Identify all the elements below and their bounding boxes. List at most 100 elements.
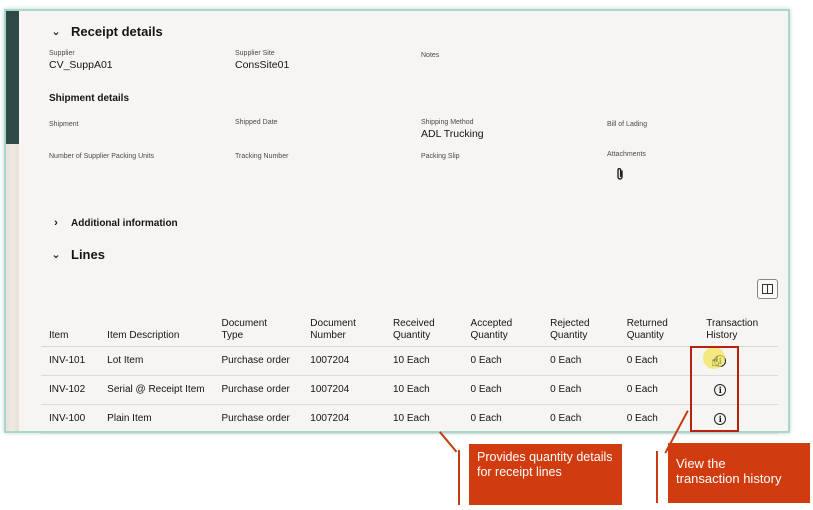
cell-accepted-quantity: 0 Each xyxy=(462,346,543,376)
cell-returned-quantity: 0 Each xyxy=(618,346,699,376)
column-header-transaction-history[interactable]: Transaction History xyxy=(698,310,778,347)
cell-received-quantity: 10 Each xyxy=(384,404,463,434)
column-header-document-type[interactable]: Document Type xyxy=(213,310,303,347)
column-header-text: Type xyxy=(221,329,244,341)
chevron-right-icon: › xyxy=(54,217,58,229)
shipment-label: Shipment xyxy=(49,121,79,128)
column-header-text: Transaction xyxy=(706,317,759,329)
column-header-document-number[interactable]: Document Number xyxy=(302,310,385,347)
shipped-date-field: Shipped Date xyxy=(235,119,277,126)
column-panel-button[interactable] xyxy=(757,279,778,299)
cell-returned-quantity: 0 Each xyxy=(618,375,699,405)
column-header-item-description[interactable]: Item Description xyxy=(99,310,214,347)
column-header-returned-quantity[interactable]: Returned Quantity xyxy=(618,310,699,347)
callout-connector-quantity xyxy=(439,431,458,453)
tracking-number-field: Tracking Number xyxy=(235,153,288,160)
cell-item-description: Serial @ Receipt Item xyxy=(99,375,214,405)
packing-units-field: Number of Supplier Packing Units xyxy=(49,153,154,160)
cell-rejected-quantity: 0 Each xyxy=(542,375,619,405)
chevron-down-icon: ⌄ xyxy=(51,249,61,261)
attachments-field: Attachments xyxy=(607,151,646,158)
cell-item: INV-102 xyxy=(41,375,100,405)
cell-document-type: Purchase order xyxy=(213,404,303,434)
tracking-number-label: Tracking Number xyxy=(235,153,289,160)
column-header-text: Rejected xyxy=(550,317,590,329)
additional-information-toggle[interactable]: › Additional information xyxy=(51,217,178,229)
supplier-label: Supplier xyxy=(49,50,75,57)
supplier-value: CV_SuppA01 xyxy=(49,59,113,71)
bill-of-lading-field: Bill of Lading xyxy=(607,121,647,128)
bill-of-lading-label: Bill of Lading xyxy=(607,121,648,128)
lines-table: Item Item Description Document Type Document… xyxy=(41,310,778,434)
column-header-text: Item Description xyxy=(107,329,180,341)
column-header-text: Quantity xyxy=(626,329,664,341)
column-header-text: Number xyxy=(310,329,346,341)
receipt-details-toggle[interactable]: ⌄ Receipt details xyxy=(51,24,163,39)
notes-field: Notes xyxy=(421,52,439,59)
cell-item: INV-100 xyxy=(41,404,100,434)
cell-item-description: Plain Item xyxy=(99,404,214,434)
column-header-item[interactable]: Item xyxy=(41,310,100,347)
column-header-text: Document xyxy=(310,317,356,329)
supplier-field: Supplier CV_SuppA01 xyxy=(49,50,113,71)
cell-item-description: Lot Item xyxy=(99,346,214,376)
column-header-text: Quantity xyxy=(392,329,431,341)
cell-document-number: 1007204 xyxy=(302,404,385,434)
cell-received-quantity: 10 Each xyxy=(384,375,463,405)
shipment-field: Shipment xyxy=(49,121,79,128)
table-header-row: Item Item Description Document Type Document… xyxy=(41,310,778,347)
column-header-rejected-quantity[interactable]: Rejected Quantity xyxy=(542,310,619,347)
table-row[interactable]: INV-101 Lot Item Purchase order 1007204 10 E… xyxy=(41,346,778,376)
left-sidebar-strip xyxy=(6,11,19,144)
column-header-received-quantity[interactable]: Received Quantity xyxy=(384,310,463,347)
history-callout: View the transaction history xyxy=(668,443,810,503)
shipping-method-label: Shipping Method xyxy=(421,119,474,126)
column-header-text: Document xyxy=(221,317,268,329)
cell-accepted-quantity: 0 Each xyxy=(462,375,543,405)
history-callout-line1: View the xyxy=(676,456,726,471)
column-header-text: Item xyxy=(49,329,69,341)
column-header-text: Quantity xyxy=(550,329,588,341)
cell-item: INV-101 xyxy=(41,346,100,376)
column-header-text: Quantity xyxy=(470,329,508,341)
shipped-date-label: Shipped Date xyxy=(235,119,278,126)
column-header-text: Accepted xyxy=(470,317,513,329)
lines-toggle[interactable]: ⌄ Lines xyxy=(51,247,105,262)
columns-icon xyxy=(762,284,773,294)
supplier-site-field: Supplier Site ConsSite01 xyxy=(235,50,289,71)
hand-cursor-icon: ☝ xyxy=(711,353,720,369)
cell-rejected-quantity: 0 Each xyxy=(542,346,619,376)
column-header-text: History xyxy=(706,329,738,341)
cell-document-number: 1007204 xyxy=(302,375,385,405)
column-header-text: Returned xyxy=(626,317,668,329)
supplier-site-value: ConsSite01 xyxy=(235,59,290,71)
cell-returned-quantity: 0 Each xyxy=(618,404,699,434)
notes-label: Notes xyxy=(421,52,440,59)
quantity-callout: Provides quantity details for receipt li… xyxy=(469,444,622,505)
left-background-texture xyxy=(6,144,19,431)
receipt-details-title: Receipt details xyxy=(71,24,163,39)
cell-accepted-quantity: 0 Each xyxy=(462,404,543,434)
history-callout-line2: transaction history xyxy=(676,471,782,486)
additional-information-title: Additional information xyxy=(71,217,178,229)
paperclip-icon[interactable] xyxy=(615,167,625,184)
table-row[interactable]: INV-100 Plain Item Purchase order 1007204 10… xyxy=(41,404,778,434)
column-header-accepted-quantity[interactable]: Accepted Quantity xyxy=(462,310,543,347)
cell-received-quantity: 10 Each xyxy=(384,346,463,376)
callout-leader-quantity xyxy=(458,450,460,505)
packing-slip-field: Packing Slip xyxy=(421,153,460,160)
table-row[interactable]: INV-102 Serial @ Receipt Item Purchase ord… xyxy=(41,375,778,405)
callout-leader-history xyxy=(656,451,658,503)
attachments-label: Attachments xyxy=(607,151,646,158)
shipment-details-heading: Shipment details xyxy=(49,93,130,104)
cell-document-number: 1007204 xyxy=(302,346,385,376)
cell-document-type: Purchase order xyxy=(213,346,303,376)
shipping-method-value: ADL Trucking xyxy=(421,128,484,140)
lines-title: Lines xyxy=(71,247,105,262)
shipping-method-field: Shipping Method ADL Trucking xyxy=(421,119,484,140)
packing-slip-label: Packing Slip xyxy=(421,153,460,160)
cell-document-type: Purchase order xyxy=(213,375,303,405)
column-header-text: Received xyxy=(392,317,435,329)
chevron-down-icon: ⌄ xyxy=(51,26,61,38)
supplier-site-label: Supplier Site xyxy=(235,50,275,57)
